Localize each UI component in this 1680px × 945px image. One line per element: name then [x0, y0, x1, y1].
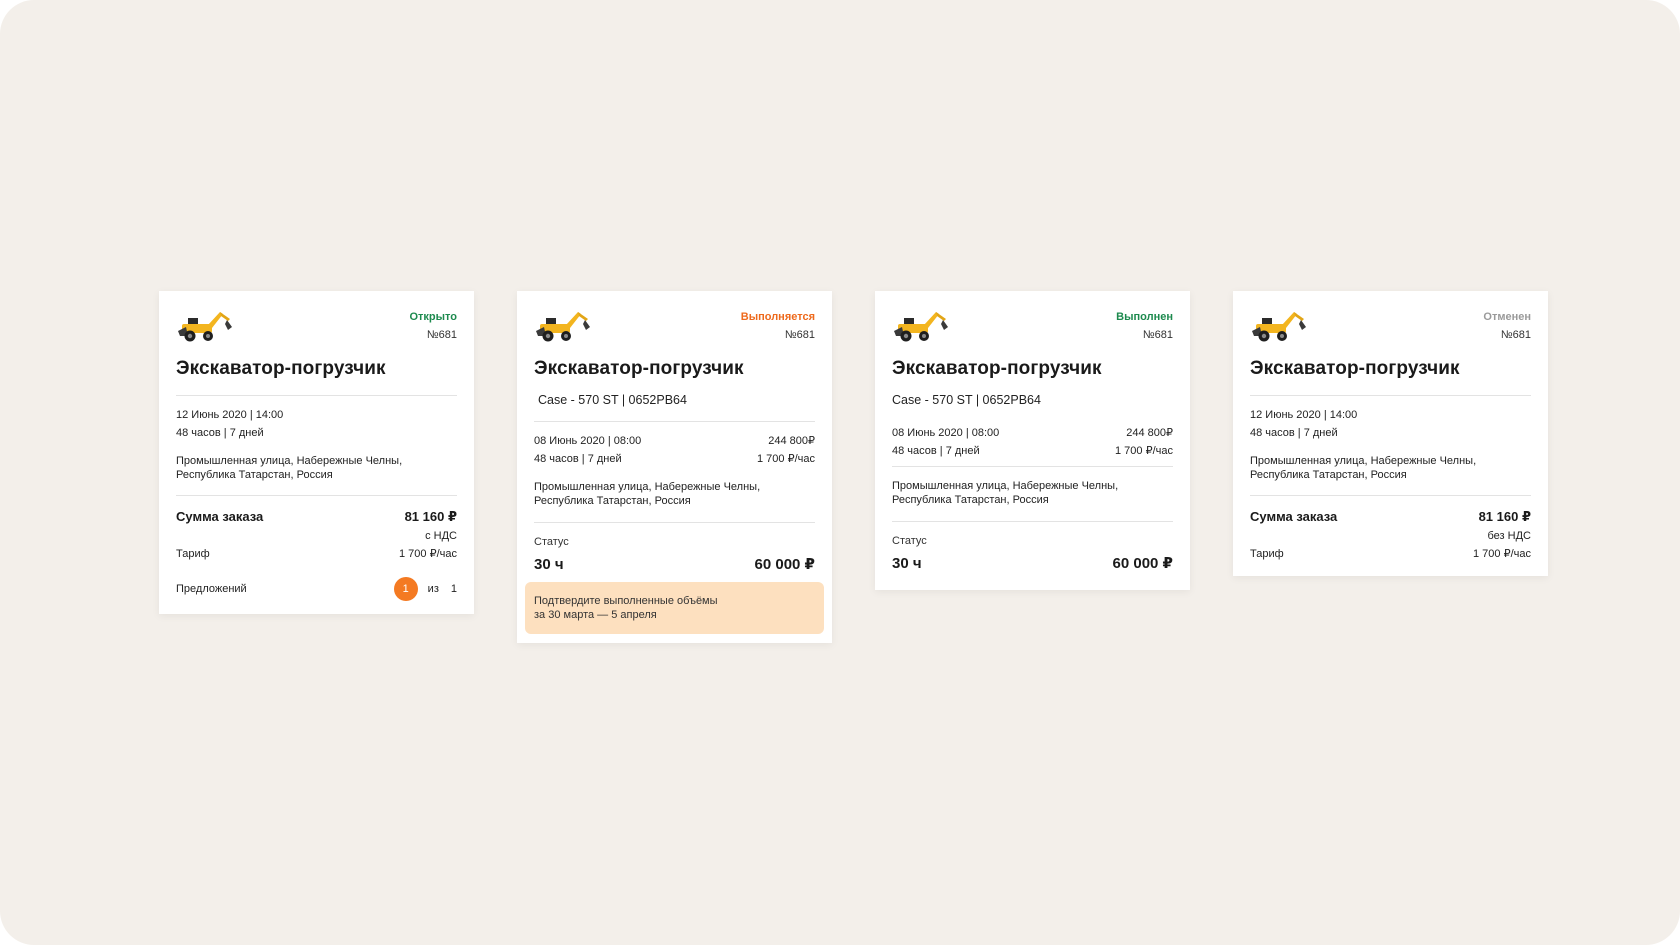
- order-date: 12 Июнь 2020 | 14:00: [1250, 409, 1358, 421]
- vehicle-info: Case - 570 ST | 0652PB64: [892, 393, 1041, 407]
- card-header: Отменен №681: [1250, 291, 1531, 351]
- offers-label: Предложений: [176, 583, 247, 595]
- divider: [176, 395, 457, 396]
- order-number: №681: [784, 329, 815, 341]
- order-duration: 48 часов | 7 дней: [1250, 427, 1338, 439]
- card-header: Открыто №681: [176, 291, 457, 351]
- status-caption: Статус: [534, 536, 569, 548]
- backhoe-loader-icon: [894, 312, 948, 342]
- backhoe-loader-icon: [178, 312, 232, 342]
- divider: [534, 421, 815, 422]
- order-duration: 48 часов | 7 дней: [176, 427, 264, 439]
- tariff-label: Тариф: [176, 548, 210, 560]
- address-line-2: Республика Татарстан, Россия: [534, 495, 691, 507]
- address-line-2: Республика Татарстан, Россия: [1250, 469, 1407, 481]
- order-sum-value: 81 160 ₽: [1478, 509, 1531, 524]
- worked-hours: 30 ч: [892, 555, 922, 572]
- worked-amount: 60 000 ₽: [1112, 555, 1173, 572]
- address-line-1: Промышленная улица, Набережные Челны,: [892, 480, 1119, 492]
- address-line-1: Промышленная улица, Набережные Челны,: [534, 481, 761, 493]
- backhoe-loader-icon: [1252, 312, 1306, 342]
- vehicle-info: Case - 570 ST | 0652PB64: [538, 393, 687, 407]
- order-price: 244 800₽: [1126, 427, 1173, 439]
- address-line-1: Промышленная улица, Набережные Челны,: [1250, 455, 1477, 467]
- divider: [892, 521, 1173, 522]
- address-line-2: Республика Татарстан, Россия: [176, 469, 333, 481]
- vat-note: без НДС: [1487, 530, 1532, 542]
- divider: [892, 466, 1173, 467]
- divider: [1250, 495, 1531, 496]
- status-label: Выполнен: [1116, 311, 1173, 323]
- worked-hours: 30 ч: [534, 556, 564, 573]
- order-date: 08 Июнь 2020 | 08:00: [534, 435, 642, 447]
- order-number: №681: [1142, 329, 1173, 341]
- offers-count-badge[interactable]: 1: [393, 577, 418, 601]
- address-line-1: Промышленная улица, Набережные Челны,: [176, 455, 403, 467]
- offers-of: из: [427, 583, 439, 595]
- status-label: Открыто: [409, 311, 457, 323]
- order-date: 08 Июнь 2020 | 08:00: [892, 427, 1000, 439]
- order-sum-value: 81 160 ₽: [404, 509, 457, 524]
- card-title: Экскаватор-погрузчик: [534, 358, 744, 379]
- order-price: 244 800₽: [768, 435, 815, 447]
- divider: [1250, 395, 1531, 396]
- order-card-cancelled[interactable]: Отменен №681 Экскаватор-погрузчик 12 Июн…: [1233, 291, 1548, 576]
- order-card-done[interactable]: Выполнен №681 Экскаватор-погрузчик Case …: [875, 291, 1190, 590]
- canvas: Открыто №681 Экскаватор-погрузчик 12 Июн…: [0, 0, 1680, 945]
- tariff-label: Тариф: [1250, 548, 1284, 560]
- card-title: Экскаватор-погрузчик: [1250, 358, 1460, 379]
- order-sum-label: Сумма заказа: [176, 509, 264, 524]
- order-duration: 48 часов | 7 дней: [892, 445, 980, 457]
- vat-note: с НДС: [425, 530, 457, 542]
- order-number: №681: [1500, 329, 1531, 341]
- order-sum-label: Сумма заказа: [1250, 509, 1338, 524]
- worked-amount: 60 000 ₽: [754, 556, 815, 573]
- confirm-volumes-notice[interactable]: Подтвердите выполненные объёмы за 30 мар…: [525, 582, 824, 634]
- tariff-value: 1 700 ₽/час: [1473, 548, 1531, 560]
- order-card-open[interactable]: Открыто №681 Экскаватор-погрузчик 12 Июн…: [159, 291, 474, 614]
- divider: [534, 522, 815, 523]
- card-title: Экскаватор-погрузчик: [892, 358, 1102, 379]
- order-rate: 1 700 ₽/час: [1115, 445, 1173, 457]
- order-date: 12 Июнь 2020 | 14:00: [176, 409, 284, 421]
- status-label: Выполняется: [740, 311, 815, 323]
- notice-line-1: Подтвердите выполненные объёмы: [534, 595, 718, 607]
- address-line-2: Республика Татарстан, Россия: [892, 494, 1049, 506]
- tariff-value: 1 700 ₽/час: [399, 548, 457, 560]
- card-header: Выполнен №681: [892, 291, 1173, 351]
- offers-total: 1: [450, 583, 457, 595]
- card-header: Выполняется №681: [534, 291, 815, 351]
- backhoe-loader-icon: [536, 312, 590, 342]
- notice-line-2: за 30 марта — 5 апреля: [534, 609, 657, 621]
- card-title: Экскаватор-погрузчик: [176, 358, 386, 379]
- status-caption: Статус: [892, 535, 927, 547]
- order-number: №681: [426, 329, 457, 341]
- order-card-in-progress[interactable]: Выполняется №681 Экскаватор-погрузчик Ca…: [517, 291, 832, 643]
- divider: [176, 495, 457, 496]
- status-label: Отменен: [1483, 311, 1531, 323]
- order-rate: 1 700 ₽/час: [757, 453, 815, 465]
- order-duration: 48 часов | 7 дней: [534, 453, 622, 465]
